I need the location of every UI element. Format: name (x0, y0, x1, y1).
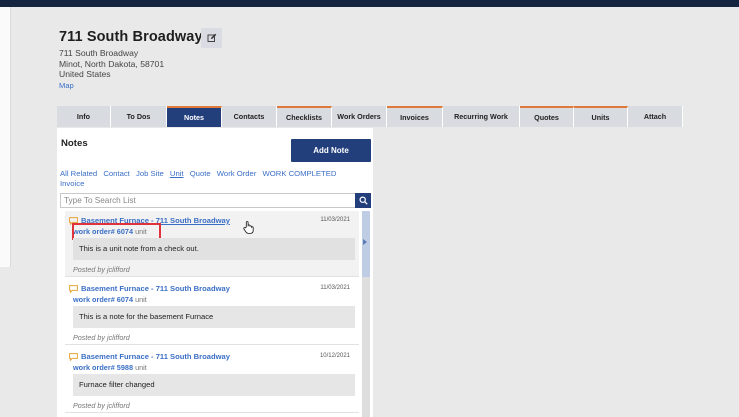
filter-work-completed[interactable]: WORK COMPLETED (263, 169, 337, 178)
tab-quotes[interactable]: Quotes (520, 106, 574, 127)
note-title-link[interactable]: Basement Furnace - 711 South Broadway (81, 352, 230, 361)
add-note-button[interactable]: Add Note (291, 139, 371, 162)
note-item[interactable]: Basement Furnace - 711 South Broadway 11… (65, 279, 359, 345)
filter-work-order[interactable]: Work Order (217, 169, 257, 178)
note-date: 11/03/2021 (320, 217, 350, 223)
note-item[interactable]: Basement Furnace - 711 South Broadway 10… (65, 347, 359, 413)
tab-notes[interactable]: Notes (167, 106, 222, 127)
search-button[interactable] (355, 193, 371, 208)
tab-recurring-work[interactable]: Recurring Work (443, 106, 520, 127)
note-work-order: work order# 6074 unit (73, 295, 147, 304)
work-order-link[interactable]: work order# 5988 (73, 363, 133, 372)
note-posted-by: Posted by jclifford (73, 333, 130, 342)
filter-all-related[interactable]: All Related (60, 169, 97, 178)
search-icon (359, 196, 368, 205)
site-tabs: Info To Dos Notes Contacts Checklists Wo… (57, 106, 683, 127)
filter-contact[interactable]: Contact (103, 169, 130, 178)
note-posted-by: Posted by jclifford (73, 265, 130, 274)
address-line-2: Minot, North Dakota, 58701 (59, 58, 165, 69)
note-posted-by: Posted by jclifford (73, 401, 130, 410)
address-line-1: 711 South Broadway (59, 48, 139, 58)
filter-invoice[interactable]: Invoice (60, 179, 84, 188)
edit-icon (207, 33, 216, 42)
comment-icon (69, 285, 78, 293)
address-country: United States (59, 69, 111, 79)
note-body: This is a note for the basement Furnace (73, 306, 355, 328)
tab-units[interactable]: Units (574, 106, 628, 127)
notes-panel: Notes Add Note All Related Contact Job S… (57, 128, 373, 417)
note-type: unit (135, 295, 147, 304)
scroll-arrow-icon (363, 239, 367, 245)
note-body: This is a unit note from a check out. (73, 238, 355, 260)
notes-heading: Notes (61, 138, 88, 149)
notes-list: Basement Furnace - 711 South Broadway 11… (65, 211, 370, 417)
note-item[interactable]: Basement Furnace - 711 South Broadway 11… (65, 211, 359, 277)
edit-site-button[interactable] (201, 28, 222, 48)
note-title-link[interactable]: Basement Furnace - 711 South Broadway (81, 284, 230, 293)
note-date: 10/12/2021 (319, 353, 350, 359)
site-header: 711 South Broadway 711 South Broadway Mi… (59, 28, 222, 91)
notes-scrollbar[interactable] (362, 211, 370, 417)
page-title: 711 South Broadway (59, 29, 203, 45)
note-body: Furnace filter changed (73, 374, 355, 396)
tab-info[interactable]: Info (57, 106, 111, 127)
note-filters: All Related Contact Job Site Unit Quote … (60, 169, 350, 190)
filter-unit[interactable]: Unit (170, 169, 184, 178)
filter-quote[interactable]: Quote (190, 169, 211, 178)
tab-work-orders[interactable]: Work Orders (332, 106, 387, 127)
comment-icon (69, 353, 78, 361)
map-link[interactable]: Map (59, 80, 203, 91)
tab-attach[interactable]: Attach (628, 106, 683, 127)
top-app-bar (0, 0, 739, 7)
note-date: 11/03/2021 (320, 285, 350, 291)
note-type: unit (135, 363, 147, 372)
tab-contacts[interactable]: Contacts (222, 106, 277, 127)
search-input[interactable]: Type To Search List (60, 193, 356, 208)
left-side-panel (0, 7, 11, 267)
hand-cursor-icon (243, 221, 254, 234)
scrollbar-thumb[interactable] (362, 211, 370, 277)
tab-invoices[interactable]: Invoices (387, 106, 443, 127)
filter-job-site[interactable]: Job Site (136, 169, 164, 178)
work-order-link[interactable]: work order# 6074 (73, 295, 133, 304)
tab-checklists[interactable]: Checklists (277, 106, 332, 127)
tab-to-dos[interactable]: To Dos (111, 106, 167, 127)
note-work-order: work order# 5988 unit (73, 363, 147, 372)
